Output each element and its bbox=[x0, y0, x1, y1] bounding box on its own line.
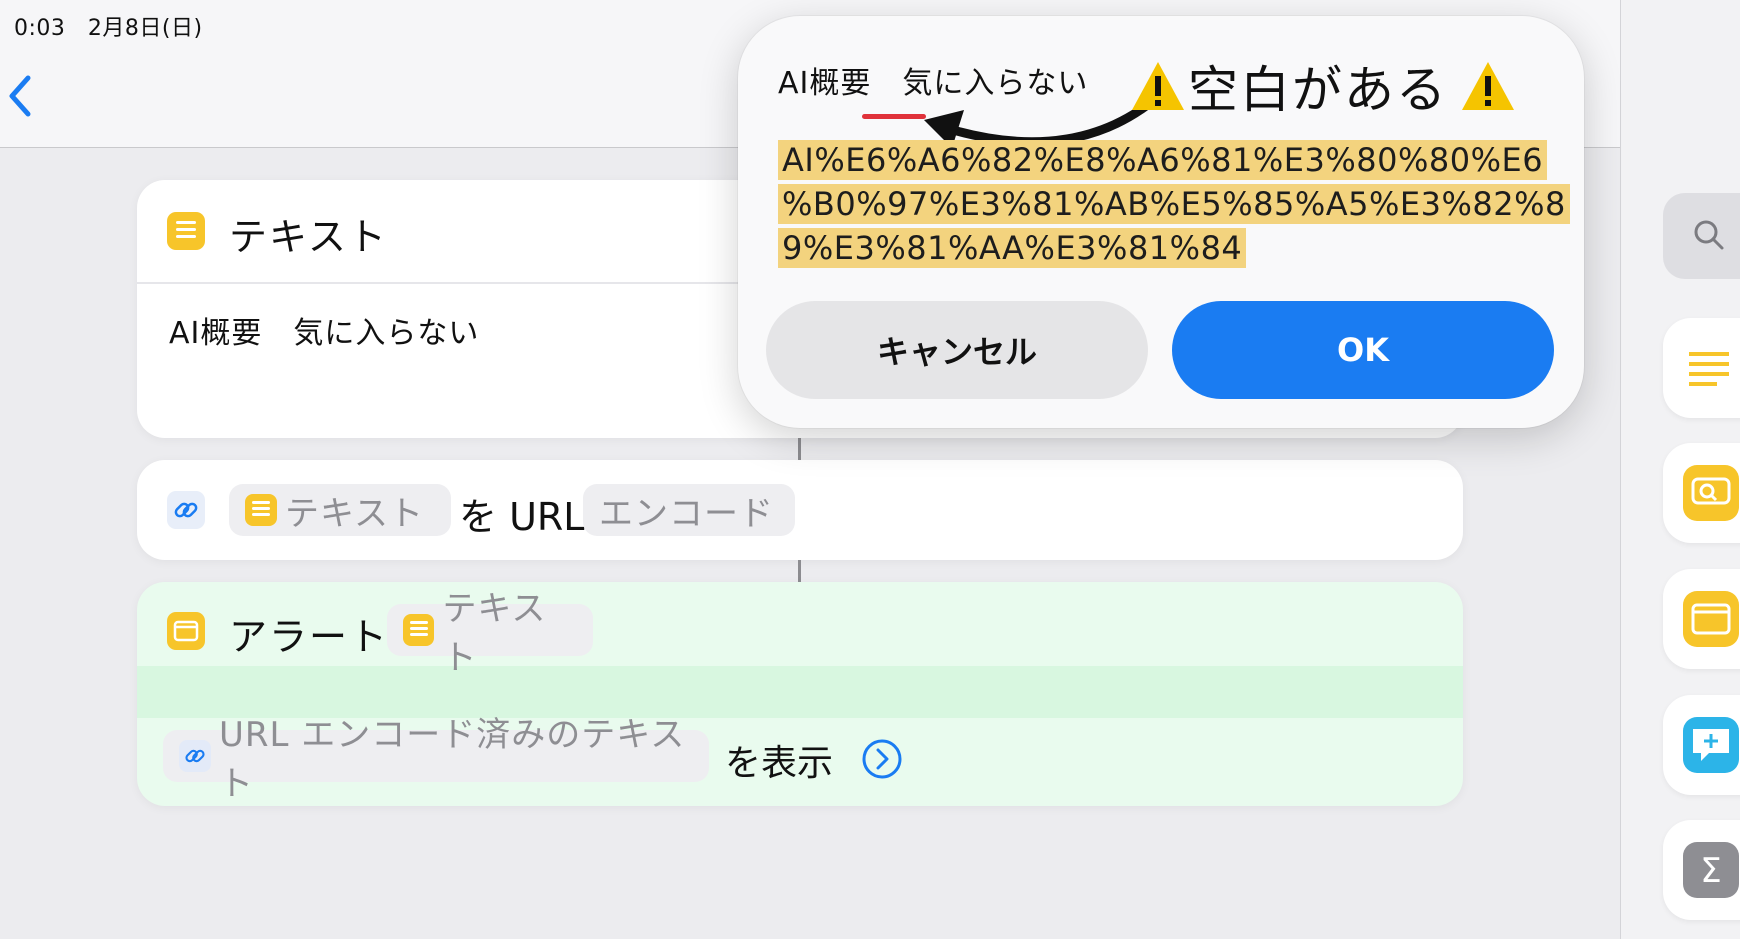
url-encode-card[interactable]: テキスト を URL エンコード bbox=[137, 460, 1463, 560]
ok-button[interactable]: OK bbox=[1172, 301, 1554, 399]
warning-icon bbox=[1132, 62, 1184, 110]
sidebar-sum-action[interactable]: Σ bbox=[1663, 820, 1740, 920]
back-button[interactable] bbox=[6, 74, 36, 118]
alert-icon bbox=[1683, 591, 1739, 647]
sidebar-alert-action[interactable] bbox=[1663, 569, 1740, 669]
alert-window-icon bbox=[167, 612, 205, 654]
search-field[interactable] bbox=[1663, 193, 1740, 279]
comment-icon bbox=[1683, 717, 1739, 773]
annotation-text: 空白がある bbox=[1188, 61, 1448, 119]
chevron-right-circle-icon bbox=[862, 739, 902, 779]
connector bbox=[798, 438, 801, 460]
text-doc-icon bbox=[403, 614, 435, 646]
speak-text-icon bbox=[1683, 465, 1739, 521]
status-time: 0:03 2月8日(日) bbox=[14, 16, 203, 41]
alert-text-variable-token[interactable]: テキスト bbox=[387, 589, 593, 678]
sidebar-comment-action[interactable] bbox=[1663, 695, 1740, 795]
text-variable-token[interactable]: テキスト bbox=[229, 484, 451, 536]
link-icon bbox=[179, 740, 211, 772]
text-doc-icon bbox=[245, 494, 277, 526]
encoded-text-line: AI%E6%A6%82%E8%A6%81%E3%80%80%E6 bbox=[778, 140, 1548, 180]
sidebar-speak-text-action[interactable] bbox=[1663, 443, 1740, 543]
cancel-button[interactable]: キャンセル bbox=[766, 301, 1148, 399]
show-text: を表示 bbox=[725, 743, 834, 784]
url-mid-text: を URL bbox=[459, 495, 585, 539]
encoded-text-line: %B0%97%E3%81%AB%E5%85%A5%E3%82%8 bbox=[778, 184, 1570, 224]
text-icon bbox=[1689, 352, 1729, 386]
text-doc-icon bbox=[167, 212, 205, 254]
chevron-left-icon bbox=[9, 75, 31, 117]
link-icon bbox=[167, 491, 205, 529]
svg-text:Σ: Σ bbox=[1700, 851, 1721, 891]
actions-sidebar: Σ bbox=[1620, 0, 1740, 939]
sidebar-text-action[interactable] bbox=[1663, 318, 1740, 418]
encode-mode-selector[interactable]: エンコード bbox=[583, 484, 795, 536]
sum-icon: Σ bbox=[1683, 842, 1739, 898]
warning-icon bbox=[1462, 62, 1514, 110]
encoded-text-variable-token[interactable]: URL エンコード済みのテキスト bbox=[163, 715, 709, 804]
alert-action-card[interactable]: アラート テキスト URL エンコード済みのテキスト を表示 bbox=[137, 582, 1463, 806]
search-icon bbox=[1694, 220, 1724, 250]
expand-button[interactable] bbox=[861, 738, 903, 784]
alert-action-title: アラート bbox=[229, 615, 390, 659]
text-input-field[interactable]: AI概要 気に入らない bbox=[169, 308, 479, 352]
text-action-title: テキスト bbox=[229, 215, 388, 259]
connector bbox=[798, 560, 801, 582]
alert-dialog: AI概要 気に入らない 空白がある AI%E6%A6%82%E8%A6%81%E… bbox=[738, 16, 1584, 428]
encoded-text-line: 9%E3%81%AA%E3%81%84 bbox=[778, 228, 1247, 268]
